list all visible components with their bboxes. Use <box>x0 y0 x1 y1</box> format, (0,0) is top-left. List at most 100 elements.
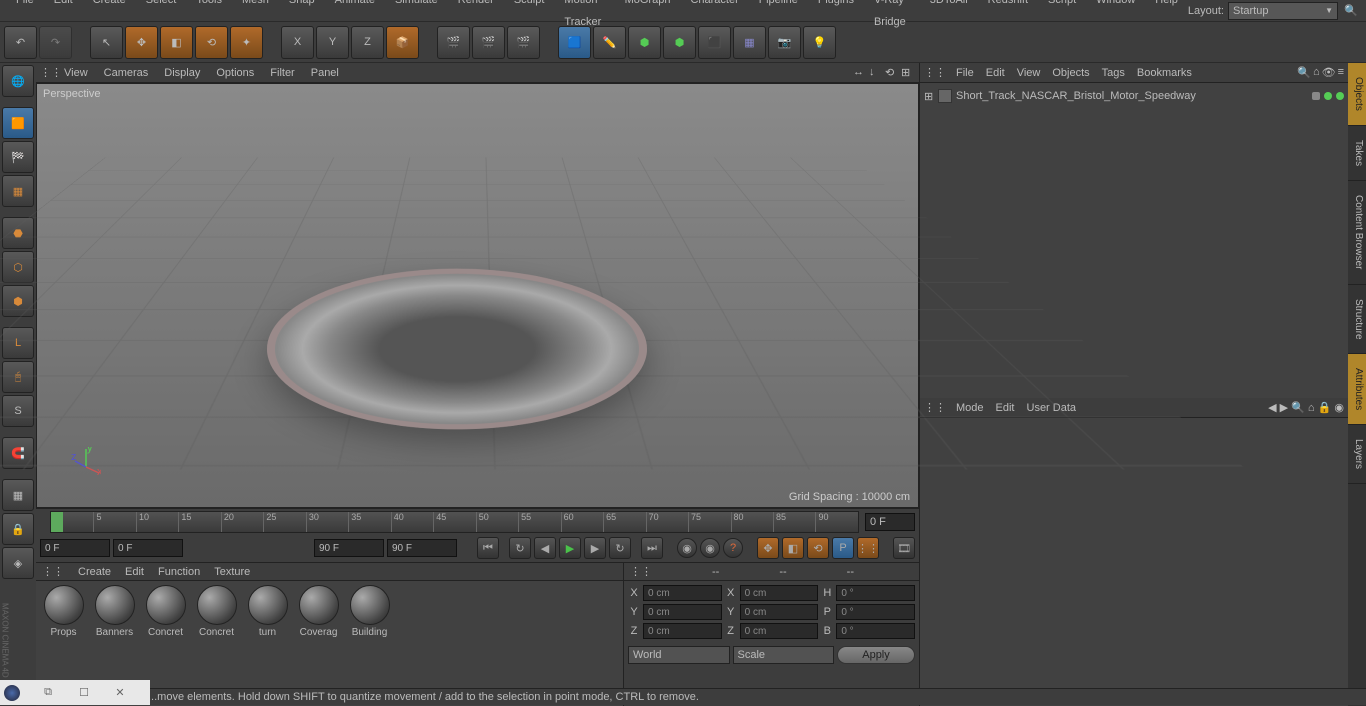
planar-button[interactable]: ◈ <box>2 547 34 579</box>
mat-menu-create[interactable]: Create <box>78 566 111 578</box>
rotate-tool[interactable]: ⟲ <box>195 26 228 59</box>
coord-scale-select[interactable]: Scale <box>733 646 835 664</box>
model-mode-button[interactable]: 🟧 <box>2 107 34 139</box>
attr-nav-fwd-icon[interactable]: ▶ <box>1280 402 1288 414</box>
coord-input[interactable]: 0 cm <box>643 585 722 601</box>
add-spline-button[interactable]: ✏️ <box>593 26 626 59</box>
render-view-button[interactable]: 🎬 <box>437 26 470 59</box>
vp-menu-options[interactable]: Options <box>208 67 262 79</box>
taskbar-close-icon[interactable]: ✕ <box>112 685 128 701</box>
next-frame-button[interactable]: ▶ <box>584 537 606 559</box>
lock-button[interactable]: 🔒 <box>2 513 34 545</box>
obj-search-icon[interactable]: 🔍 <box>1297 66 1311 79</box>
vp-menu-display[interactable]: Display <box>156 67 208 79</box>
obj-menu-objects[interactable]: Objects <box>1052 67 1089 79</box>
coord-world-select[interactable]: World <box>628 646 730 664</box>
move-tool[interactable]: ✥ <box>125 26 158 59</box>
redo-button[interactable]: ↷ <box>39 26 72 59</box>
side-tab-takes[interactable]: Takes <box>1348 126 1366 181</box>
coord-input[interactable]: 0 cm <box>643 623 722 639</box>
material-item[interactable]: turn <box>244 585 291 702</box>
visibility-dot-bottom[interactable] <box>1336 92 1344 100</box>
visibility-dot-top[interactable] <box>1324 92 1332 100</box>
vp-icon-1[interactable]: ↔ <box>853 66 867 80</box>
vp-icon-4[interactable]: ⊞ <box>901 66 915 80</box>
timeline-playhead[interactable] <box>51 512 63 532</box>
keyframe-help-button[interactable]: ? <box>723 538 743 558</box>
mat-menu-texture[interactable]: Texture <box>214 566 250 578</box>
frame-current-field[interactable]: 0 F <box>113 539 183 557</box>
obj-menu-tags[interactable]: Tags <box>1102 67 1125 79</box>
rot-key-button[interactable]: ⟲ <box>807 537 829 559</box>
coord-input[interactable]: 0 ° <box>836 623 915 639</box>
forward-button[interactable]: ↻ <box>609 537 631 559</box>
workplane-grid-button[interactable]: ▦ <box>2 479 34 511</box>
recent-tool[interactable]: ✦ <box>230 26 263 59</box>
y-axis-button[interactable]: Y <box>316 26 349 59</box>
scale-key-button[interactable]: ◧ <box>782 537 804 559</box>
material-item[interactable]: Building <box>346 585 393 702</box>
prev-frame-button[interactable]: ◀ <box>534 537 556 559</box>
add-generator-button[interactable]: ⬢ <box>628 26 661 59</box>
select-tool[interactable]: ↖ <box>90 26 123 59</box>
c4d-taskbar-icon[interactable] <box>4 685 20 701</box>
make-editable-button[interactable]: 🌐 <box>2 65 34 97</box>
layout-dropdown[interactable]: Startup▼ <box>1228 2 1338 20</box>
layer-dot[interactable] <box>1312 92 1320 100</box>
frame-end-field[interactable]: 90 F <box>387 539 457 557</box>
attr-search-icon[interactable]: 🔍 <box>1291 402 1305 414</box>
side-tab-objects[interactable]: Objects <box>1348 63 1366 126</box>
object-item[interactable]: ⊞ Short_Track_NASCAR_Bristol_Motor_Speed… <box>924 87 1344 105</box>
object-name[interactable]: Short_Track_NASCAR_Bristol_Motor_Speedwa… <box>956 90 1196 102</box>
side-tab-content-browser[interactable]: Content Browser <box>1348 181 1366 284</box>
coord-input[interactable]: 0 cm <box>740 585 819 601</box>
coord-input[interactable]: 0 ° <box>836 604 915 620</box>
coord-input[interactable]: 0 cm <box>740 604 819 620</box>
taskbar-maximize-icon[interactable]: ☐ <box>76 685 92 701</box>
go-end-button[interactable]: ⏭ <box>641 537 663 559</box>
material-item[interactable]: Concret <box>193 585 240 702</box>
pos-key-button[interactable]: ✥ <box>757 537 779 559</box>
taskbar-restore-icon[interactable]: ⧉ <box>40 685 56 701</box>
coord-input[interactable]: 0 cm <box>740 623 819 639</box>
frame-start-field[interactable]: 0 F <box>40 539 110 557</box>
search-icon[interactable]: 🔍 <box>1342 2 1360 20</box>
obj-home-icon[interactable]: ⌂ <box>1313 66 1320 79</box>
add-environment-button[interactable]: ⬛ <box>698 26 731 59</box>
timeline-window-button[interactable]: 🎞 <box>893 537 915 559</box>
side-tab-layers[interactable]: Layers <box>1348 425 1366 484</box>
attr-new-icon[interactable]: ◉ <box>1334 402 1344 414</box>
coord-input[interactable]: 0 cm <box>643 604 722 620</box>
record-button[interactable]: ◉ <box>677 538 697 558</box>
add-camera-button[interactable]: 📷 <box>768 26 801 59</box>
timeline-ruler[interactable]: 051015202530354045505560657075808590 <box>50 511 859 533</box>
vp-menu-panel[interactable]: Panel <box>303 67 347 79</box>
obj-menu-view[interactable]: View <box>1017 67 1041 79</box>
vp-icon-2[interactable]: ↓ <box>869 66 883 80</box>
expand-icon[interactable]: ⊞ <box>924 90 934 103</box>
obj-menu-bookmarks[interactable]: Bookmarks <box>1137 67 1192 79</box>
side-tab-structure[interactable]: Structure <box>1348 285 1366 355</box>
obj-menu-edit[interactable]: Edit <box>986 67 1005 79</box>
vp-menu-cameras[interactable]: Cameras <box>96 67 157 79</box>
vp-icon-3[interactable]: ⟲ <box>885 66 899 80</box>
frame-range-end-field[interactable]: 90 F <box>314 539 384 557</box>
workplane-mode-button[interactable]: ▦ <box>2 175 34 207</box>
param-key-button[interactable]: P <box>832 537 854 559</box>
undo-button[interactable]: ↶ <box>4 26 37 59</box>
menu-redshift[interactable]: Redshift <box>978 0 1038 33</box>
x-axis-button[interactable]: X <box>281 26 314 59</box>
menu-3dtoall[interactable]: 3DToAll <box>920 0 978 33</box>
add-light-button[interactable]: 💡 <box>803 26 836 59</box>
add-deformer-button[interactable]: ⬢ <box>663 26 696 59</box>
obj-eye-icon[interactable]: 👁 <box>1322 66 1336 79</box>
menu-help[interactable]: Help <box>1145 0 1188 33</box>
autokey-button[interactable]: ◉ <box>700 538 720 558</box>
coord-input[interactable]: 0 ° <box>836 585 915 601</box>
render-active-button[interactable]: 🎬 <box>472 26 505 59</box>
coord-system-button[interactable]: 📦 <box>386 26 419 59</box>
add-cube-button[interactable]: 🟦 <box>558 26 591 59</box>
loop-button[interactable]: ↻ <box>509 537 531 559</box>
coord-apply-button[interactable]: Apply <box>837 646 915 664</box>
viewport[interactable]: Perspective yxz Grid Spacing : 10000 cm <box>36 83 919 508</box>
